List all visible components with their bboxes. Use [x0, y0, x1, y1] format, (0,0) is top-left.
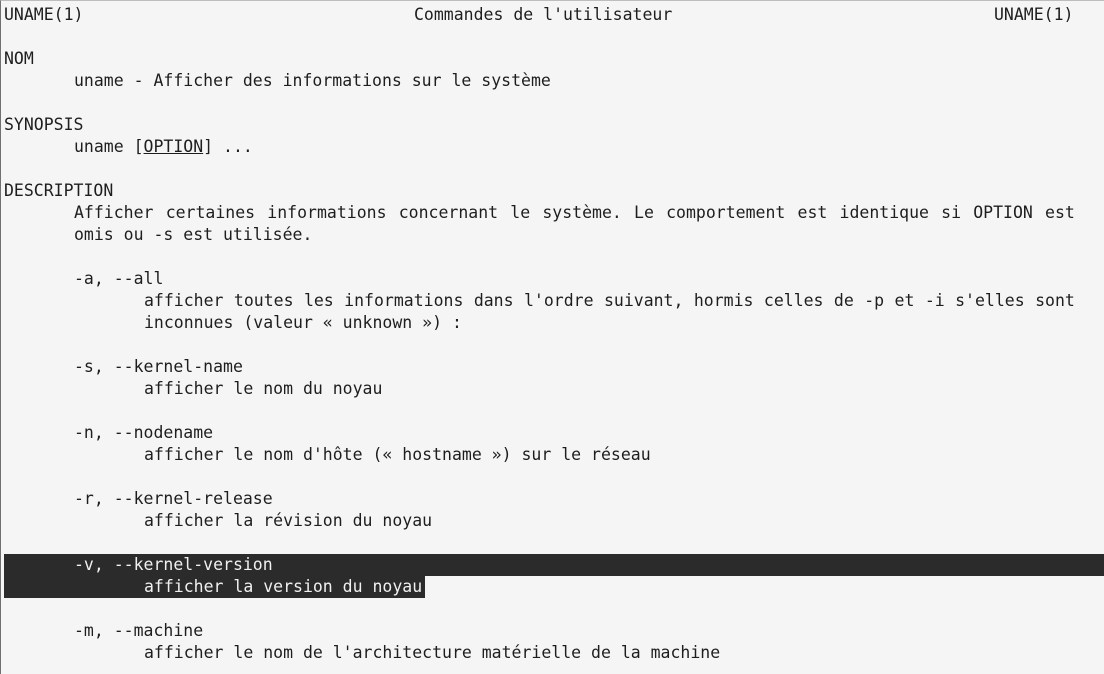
option-word: hormis: [693, 291, 754, 310]
terminal-window[interactable]: UNAME(1) Commandes de l'utilisateur UNAM…: [0, 0, 1104, 674]
option-word: les: [303, 291, 334, 310]
option-word: suivant,: [603, 291, 684, 310]
description-word: certaines: [165, 203, 256, 222]
option-desc-nodename: afficher le nom d'hôte (« hostname ») su…: [144, 445, 651, 464]
description-word: OPTION: [973, 203, 1033, 222]
option-flags-kernel-version: -v, --kernel-version: [74, 555, 273, 574]
option-flags-machine: -m, --machine: [74, 621, 204, 640]
synopsis-option: OPTION: [143, 137, 204, 156]
synopsis-bracket-close: ] ...: [203, 137, 253, 156]
option-word: et: [894, 291, 915, 310]
description-word: le: [510, 203, 531, 222]
option-flags-kernel-name: -s, --kernel-name: [74, 357, 243, 376]
description-word: identique: [839, 203, 929, 222]
description-word: concernant: [398, 203, 499, 222]
man-header-left: UNAME(1): [4, 5, 84, 24]
option-word: l'ordre: [523, 291, 594, 310]
option-desc-kernel-release: afficher la révision du noyau: [144, 511, 433, 530]
option-word: s'elles: [955, 291, 1025, 310]
option-word: toutes: [233, 291, 294, 310]
description-word: système.: [542, 203, 622, 222]
option-word: -p: [864, 291, 885, 310]
option-word: dans: [473, 291, 514, 310]
description-word: Le: [634, 203, 654, 222]
nom-text: uname - Afficher des informations sur le…: [74, 71, 551, 90]
section-heading-synopsis: SYNOPSIS: [4, 115, 84, 134]
description-line-2: omis ou -s est utilisée.: [74, 225, 313, 244]
description-word: si: [941, 203, 962, 222]
section-heading-description: DESCRIPTION: [4, 181, 114, 200]
option-desc-all-line-1: afficher toutes les informations dans l'…: [144, 290, 1075, 312]
synopsis-line: uname [OPTION] ...: [74, 136, 253, 158]
option-word: celles: [763, 291, 824, 310]
option-flags-kernel-release: -r, --kernel-release: [74, 489, 273, 508]
option-flags-all: -a, --all: [74, 269, 164, 288]
option-word: -i: [924, 291, 945, 310]
synopsis-bracket-open: [: [133, 137, 144, 156]
man-header-title: Commandes de l'utilisateur: [414, 5, 673, 24]
description-word: est: [797, 203, 828, 222]
option-desc-kernel-name: afficher le nom du noyau: [144, 379, 383, 398]
man-header-right: UNAME(1): [994, 5, 1074, 24]
option-flags-nodename: -n, --nodename: [74, 423, 214, 442]
description-word: est: [1045, 203, 1075, 222]
description-line-1: Afficher certaines informations concerna…: [74, 202, 1075, 224]
option-word: sont: [1035, 291, 1075, 310]
option-desc-kernel-version: afficher la version du noyau: [144, 577, 423, 596]
option-word: de: [833, 291, 854, 310]
description-word: Afficher: [74, 203, 154, 222]
option-word: informations: [344, 291, 464, 310]
option-desc-machine: afficher le nom de l'architecture matéri…: [144, 643, 721, 662]
option-desc-all-line-2: inconnues (valeur « unknown ») :: [144, 313, 462, 332]
section-heading-nom: NOM: [4, 49, 34, 68]
description-word: informations: [267, 203, 387, 222]
description-word: comportement: [666, 203, 786, 222]
option-word: afficher: [144, 291, 224, 310]
synopsis-command: uname: [74, 137, 124, 156]
